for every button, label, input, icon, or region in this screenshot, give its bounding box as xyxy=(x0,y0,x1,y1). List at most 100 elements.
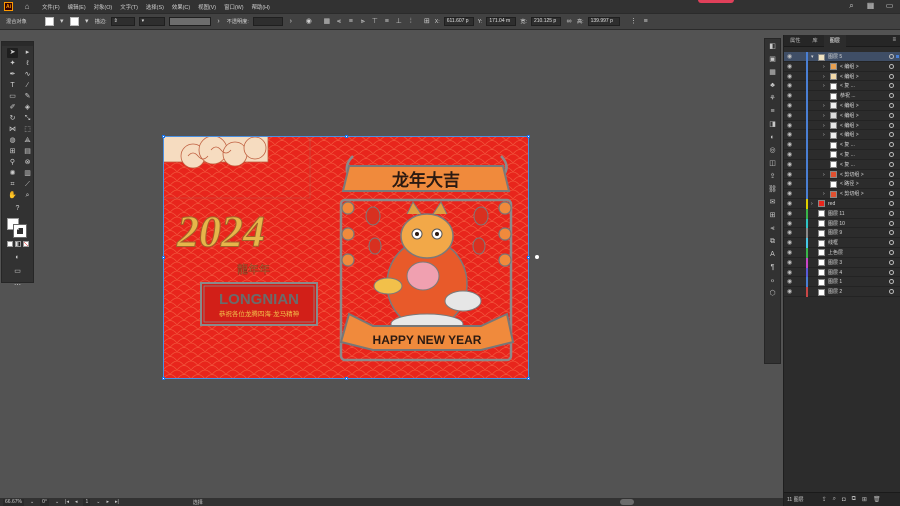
selection-indicator[interactable] xyxy=(896,212,899,215)
resize-handle-br[interactable] xyxy=(527,377,530,380)
selection-indicator[interactable] xyxy=(896,163,899,166)
chevron-down-icon[interactable]: ⌄ xyxy=(55,499,59,505)
transform-panel-icon[interactable]: ⊞ xyxy=(768,210,777,221)
selection-indicator[interactable] xyxy=(896,271,899,274)
scale-tool-icon[interactable]: ⤡ xyxy=(22,114,33,124)
color-mode-icon[interactable] xyxy=(7,241,13,247)
question-icon[interactable]: ? xyxy=(12,204,23,214)
character-panel-icon[interactable]: A xyxy=(768,249,777,260)
layer-row[interactable]: ◉ < 路径 > xyxy=(784,179,900,190)
artboard-number-field[interactable]: 1 xyxy=(83,498,91,506)
layer-row[interactable]: ◉ < 复 ... xyxy=(784,149,900,160)
link-icon[interactable]: ∞ xyxy=(565,18,573,26)
visibility-eye-icon[interactable]: ◉ xyxy=(787,141,792,149)
menu-item-6[interactable]: 视图(V) xyxy=(198,3,216,11)
layer-name[interactable]: 线框 xyxy=(828,239,838,247)
selection-indicator[interactable] xyxy=(896,202,899,205)
new-sublayer-icon[interactable]: ⧉ xyxy=(852,496,856,503)
panel-menu-icon[interactable]: ≡ xyxy=(892,37,896,43)
selection-indicator[interactable] xyxy=(896,192,899,195)
target-circle-icon[interactable] xyxy=(889,249,894,255)
selection-indicator[interactable] xyxy=(896,65,899,68)
layer-name[interactable]: red xyxy=(828,200,835,208)
expand-chevron-icon[interactable]: › xyxy=(823,63,825,71)
visibility-eye-icon[interactable]: ◉ xyxy=(787,249,792,257)
resize-handle-mr[interactable] xyxy=(527,256,530,259)
align-right-icon[interactable]: ⫸ xyxy=(359,18,367,26)
artboard-tool-icon[interactable]: ⌗ xyxy=(7,180,18,190)
distribute-icon[interactable]: ⦙ xyxy=(407,18,415,26)
resize-handle-tc[interactable] xyxy=(345,135,348,138)
resize-handle-tr[interactable] xyxy=(527,135,530,138)
panel-menu-icon[interactable]: ≡ xyxy=(642,18,650,26)
selection-indicator[interactable] xyxy=(896,153,899,156)
center-point-handle[interactable] xyxy=(535,255,539,259)
layer-row[interactable]: ◉ 图层 10 xyxy=(784,218,900,229)
layer-row[interactable]: ◉ 图层 9 xyxy=(784,228,900,239)
locate-object-icon[interactable]: ⌕ xyxy=(833,496,836,503)
target-circle-icon[interactable] xyxy=(889,181,894,187)
selection-indicator[interactable] xyxy=(896,182,899,185)
expand-chevron-icon[interactable]: › xyxy=(823,102,825,110)
resize-handle-tl[interactable] xyxy=(162,135,165,138)
tab-properties[interactable]: 属性 xyxy=(784,35,806,47)
target-circle-icon[interactable] xyxy=(889,112,894,118)
layer-row[interactable]: ◉ › < 编组 > xyxy=(784,130,900,141)
expand-chevron-icon[interactable]: › xyxy=(823,190,825,198)
layer-name[interactable]: < 编组 > xyxy=(840,63,859,71)
brush-definition-dropdown[interactable] xyxy=(168,17,211,26)
visibility-eye-icon[interactable]: ◉ xyxy=(787,161,792,169)
hand-tool-icon[interactable]: ✋ xyxy=(7,191,18,201)
resize-handle-bl[interactable] xyxy=(162,377,165,380)
expand-chevron-icon[interactable]: › xyxy=(823,171,825,179)
expand-chevron-icon[interactable]: › xyxy=(823,73,825,81)
libraries-panel-icon[interactable]: ▣ xyxy=(768,54,777,65)
first-artboard-icon[interactable]: |◂ xyxy=(65,499,69,505)
search-icon[interactable]: ⌕ xyxy=(847,1,856,10)
layer-name[interactable]: < 复 ... xyxy=(840,82,855,90)
layer-row[interactable]: ◉ › < 编组 > xyxy=(784,100,900,111)
layer-name[interactable]: < 复 ... xyxy=(840,161,855,169)
zoom-field[interactable]: 66.67% xyxy=(3,498,24,506)
home-icon[interactable]: ⌂ xyxy=(20,2,34,12)
visibility-eye-icon[interactable]: ◉ xyxy=(787,63,792,71)
clipping-mask-icon[interactable]: ◘ xyxy=(842,497,846,503)
align-center-icon[interactable]: ≡ xyxy=(347,18,355,26)
symbol-sprayer-tool-icon[interactable]: ✺ xyxy=(7,169,18,179)
stroke-weight-field[interactable]: ⇕ xyxy=(110,17,135,26)
menu-item-1[interactable]: 编辑(E) xyxy=(68,3,86,11)
rectangle-tool-icon[interactable]: ▭ xyxy=(7,92,18,102)
next-artboard-icon[interactable]: ▸ xyxy=(106,499,109,505)
menu-item-0[interactable]: 文件(F) xyxy=(42,3,60,11)
visibility-eye-icon[interactable]: ◉ xyxy=(787,220,792,228)
direct-selection-tool-icon[interactable]: ▸ xyxy=(22,48,33,58)
selection-indicator[interactable] xyxy=(896,55,899,58)
visibility-eye-icon[interactable]: ◉ xyxy=(787,122,792,130)
workspace-icon[interactable]: ▭ xyxy=(885,1,894,10)
target-circle-icon[interactable] xyxy=(889,102,894,108)
align-left-icon[interactable]: ⫷ xyxy=(335,18,343,26)
target-circle-icon[interactable] xyxy=(889,73,894,79)
brushes-panel-icon[interactable]: ⚘ xyxy=(768,93,777,104)
target-circle-icon[interactable] xyxy=(889,83,894,89)
selection-indicator[interactable] xyxy=(896,222,899,225)
opentype-panel-icon[interactable]: ℴ xyxy=(768,275,777,286)
chevron-down-icon[interactable]: ⌄ xyxy=(30,499,34,505)
chevron-down-icon[interactable]: ⌄ xyxy=(96,499,100,505)
properties-panel-icon[interactable]: ◧ xyxy=(768,41,777,52)
appearance-panel-icon[interactable]: ◎ xyxy=(768,145,777,156)
magic-wand-tool-icon[interactable]: ✦ xyxy=(7,59,18,69)
layer-row[interactable]: ◉ › < 复 ... xyxy=(784,81,900,92)
layer-row[interactable]: ◉ < 复 ... xyxy=(784,140,900,150)
layer-name[interactable]: 图层 4 xyxy=(828,269,842,277)
arrange-documents-icon[interactable]: ▦ xyxy=(866,1,875,10)
expand-chevron-icon[interactable]: › xyxy=(823,131,825,139)
symbols-panel-icon[interactable]: ♣ xyxy=(768,80,777,91)
artboard[interactable]: 2024 龍年年 LONGNIAN 恭祝各位龙腾四海·龙马精神 龙年大吉 HAP… xyxy=(163,136,529,379)
visibility-eye-icon[interactable]: ◉ xyxy=(787,73,792,81)
recolor-icon[interactable]: ◉ xyxy=(305,18,313,26)
target-circle-icon[interactable] xyxy=(889,279,894,285)
selection-indicator[interactable] xyxy=(896,75,899,78)
transparency-panel-icon[interactable]: ◐ xyxy=(768,132,777,143)
layer-row[interactable]: ◉ › red xyxy=(784,198,900,209)
